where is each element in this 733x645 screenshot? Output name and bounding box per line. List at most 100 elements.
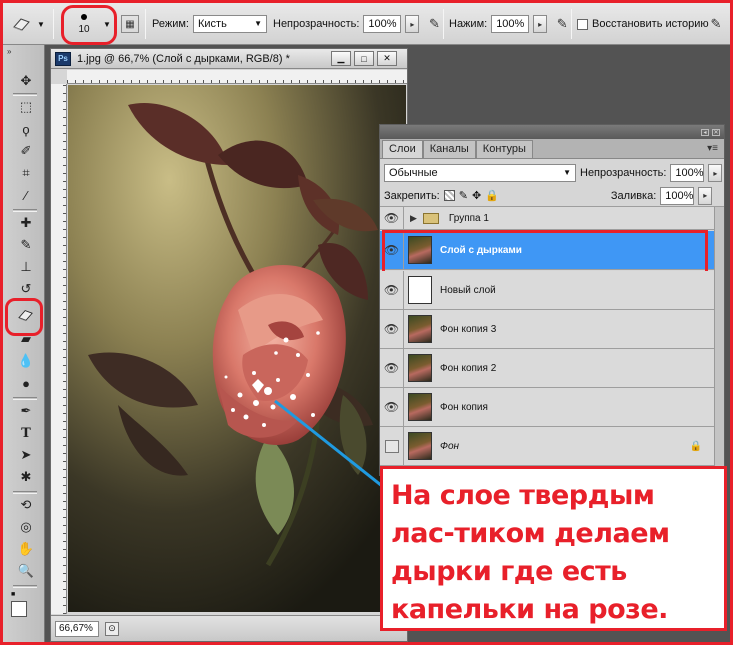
panel-menu-icon[interactable]: ▾≡ <box>707 143 718 154</box>
tab-paths[interactable]: Контуры <box>475 140 533 158</box>
lock-position-icon[interactable]: ✥ <box>472 189 481 202</box>
close-panel-icon[interactable]: ✕ <box>712 128 720 136</box>
eye-icon: 👁 <box>383 211 400 225</box>
fill-field[interactable]: 100% <box>660 186 695 205</box>
brush-panel-icon: ▦ <box>121 15 139 33</box>
quick-selection-tool-icon[interactable]: ✐ <box>15 141 37 161</box>
close-button[interactable]: ✕ <box>377 51 397 66</box>
visibility-toggle[interactable]: 👁 <box>380 207 404 229</box>
chevron-down-icon: ▼ <box>37 19 45 29</box>
layers-scrollbar[interactable] <box>714 207 724 475</box>
gradient-tool-icon[interactable]: ▰ <box>15 329 37 349</box>
fill-slider-button[interactable]: ▸ <box>698 186 713 205</box>
group-name: Группа 1 <box>448 212 489 224</box>
history-brush-tool-icon[interactable]: ↺ <box>15 279 37 299</box>
chevron-down-icon: ▼ <box>563 168 571 177</box>
instruction-callout: На слое твердым лас-тиком делаем дырки г… <box>380 466 727 631</box>
mode-value: Кисть <box>197 18 227 30</box>
hand-tool-icon[interactable]: ✋ <box>15 539 37 559</box>
ps-document-icon: Ps <box>55 51 71 66</box>
folder-icon <box>422 212 439 224</box>
layer-row[interactable]: 👁 Фон копия 2 <box>380 349 714 388</box>
lock-transparency-icon[interactable] <box>443 190 455 201</box>
lock-pixels-icon[interactable]: ✎ <box>459 189 468 202</box>
brush-highlight <box>61 5 117 45</box>
tablet-pressure-size-icon[interactable]: ✎ <box>705 13 727 35</box>
crop-tool-icon[interactable]: ⌗ <box>15 163 37 183</box>
image-canvas[interactable] <box>68 85 406 612</box>
clone-stamp-tool-icon[interactable]: ⊥ <box>15 257 37 277</box>
tab-channels[interactable]: Каналы <box>422 140 476 158</box>
type-tool-icon[interactable]: T <box>15 423 37 443</box>
pen-tool-icon[interactable]: ✒ <box>15 401 37 421</box>
healing-brush-tool-icon[interactable]: ✚ <box>15 213 37 233</box>
blend-mode-select[interactable]: Обычные ▼ <box>384 164 576 182</box>
default-colors-icon[interactable]: ■ <box>11 591 15 598</box>
layer-thumbnail <box>408 354 432 382</box>
tools-panel: » ✥ ⬚ ϙ ✐ ⌗ ⁄ ✚ ✎ ⊥ ↺ ▰ 💧 ● ✒ T ➤ ✱ ⟲ ◎ … <box>3 45 45 642</box>
foreground-color-swatch[interactable] <box>11 601 27 617</box>
document-title: 1.jpg @ 66,7% (Слой с дырками, RGB/8) * <box>77 52 290 65</box>
zoom-field[interactable]: 66,67% <box>55 620 99 637</box>
tab-layers[interactable]: Слои <box>382 140 423 158</box>
collapse-panel-icon[interactable]: ◂ <box>701 128 709 136</box>
blur-tool-icon[interactable]: 💧 <box>15 351 37 371</box>
blend-mode-value: Обычные <box>389 167 438 179</box>
eye-icon: 👁 <box>383 283 400 297</box>
lock-icon: 🔒 <box>689 440 702 452</box>
opacity-field[interactable]: 100% <box>363 15 402 33</box>
collapse-icon[interactable]: » <box>7 47 11 56</box>
mode-label: Режим: <box>152 18 189 30</box>
3d-orbit-tool-icon[interactable]: ◎ <box>15 517 37 537</box>
panel-header: ◂ ✕ <box>380 125 724 139</box>
shape-tool-icon[interactable]: ✱ <box>15 467 37 487</box>
expand-group-icon[interactable]: ▶ <box>410 213 417 224</box>
layer-name: Фон <box>440 440 460 452</box>
brush-panel-toggle[interactable]: ▦ <box>121 3 139 45</box>
chevron-down-icon: ▼ <box>254 19 262 28</box>
maximize-button[interactable]: □ <box>354 51 374 66</box>
layer-row[interactable]: 👁 Новый слой <box>380 271 714 310</box>
tool-preset[interactable]: ▼ <box>11 3 45 45</box>
flow-label: Нажим: <box>449 18 488 30</box>
move-tool-icon[interactable]: ✥ <box>15 71 37 91</box>
vertical-ruler <box>51 84 67 614</box>
path-selection-tool-icon[interactable]: ➤ <box>15 445 37 465</box>
status-bar: 66,67% ⊙ <box>51 615 407 641</box>
eye-icon: 👁 <box>383 400 400 414</box>
flow-field[interactable]: 100% <box>491 15 530 33</box>
eye-icon: 👁 <box>383 322 400 336</box>
visibility-toggle[interactable] <box>380 427 404 465</box>
layer-opacity-slider-button[interactable]: ▸ <box>708 164 723 182</box>
layers-panel: ◂ ✕ Слои Каналы Контуры ▾≡ Обычные ▼ Непр… <box>379 124 725 476</box>
history-checkbox[interactable] <box>577 18 588 30</box>
layer-name: Фон копия 2 <box>440 362 497 374</box>
layer-opacity-label: Непрозрачность: <box>580 167 667 179</box>
brush-tool-icon[interactable]: ✎ <box>15 235 37 255</box>
visibility-toggle[interactable]: 👁 <box>380 388 404 426</box>
eyedropper-tool-icon[interactable]: ⁄ <box>15 185 37 205</box>
layer-opacity-field[interactable]: 100% <box>670 164 705 182</box>
layer-group-row[interactable]: 👁 ▶ Группа 1 <box>380 207 714 230</box>
lock-all-icon[interactable]: 🔒 <box>485 189 499 202</box>
flow-slider-button[interactable]: ▸ <box>533 15 548 33</box>
opacity-label: Непрозрачность: <box>273 18 360 30</box>
layer-row[interactable]: 👁 Фон копия <box>380 388 714 427</box>
visibility-toggle[interactable]: 👁 <box>380 310 404 348</box>
minimize-button[interactable]: ▁ <box>331 51 351 66</box>
layer-thumbnail <box>408 393 432 421</box>
airbrush-icon[interactable]: ✎ <box>551 13 573 35</box>
lasso-tool-icon[interactable]: ϙ <box>15 119 37 139</box>
dodge-tool-icon[interactable]: ● <box>15 373 37 393</box>
visibility-toggle[interactable]: 👁 <box>380 271 404 309</box>
3d-rotate-tool-icon[interactable]: ⟲ <box>15 495 37 515</box>
mode-select[interactable]: Кисть ▼ <box>192 15 267 33</box>
info-menu-icon[interactable]: ⊙ <box>105 621 119 636</box>
layer-row[interactable]: 👁 Фон копия 3 <box>380 310 714 349</box>
marquee-tool-icon[interactable]: ⬚ <box>15 97 37 117</box>
layer-thumbnail <box>408 276 432 304</box>
zoom-tool-icon[interactable]: 🔍 <box>15 561 37 581</box>
layer-row[interactable]: Фон 🔒 <box>380 427 714 466</box>
visibility-toggle[interactable]: 👁 <box>380 349 404 387</box>
opacity-slider-button[interactable]: ▸ <box>405 15 420 33</box>
